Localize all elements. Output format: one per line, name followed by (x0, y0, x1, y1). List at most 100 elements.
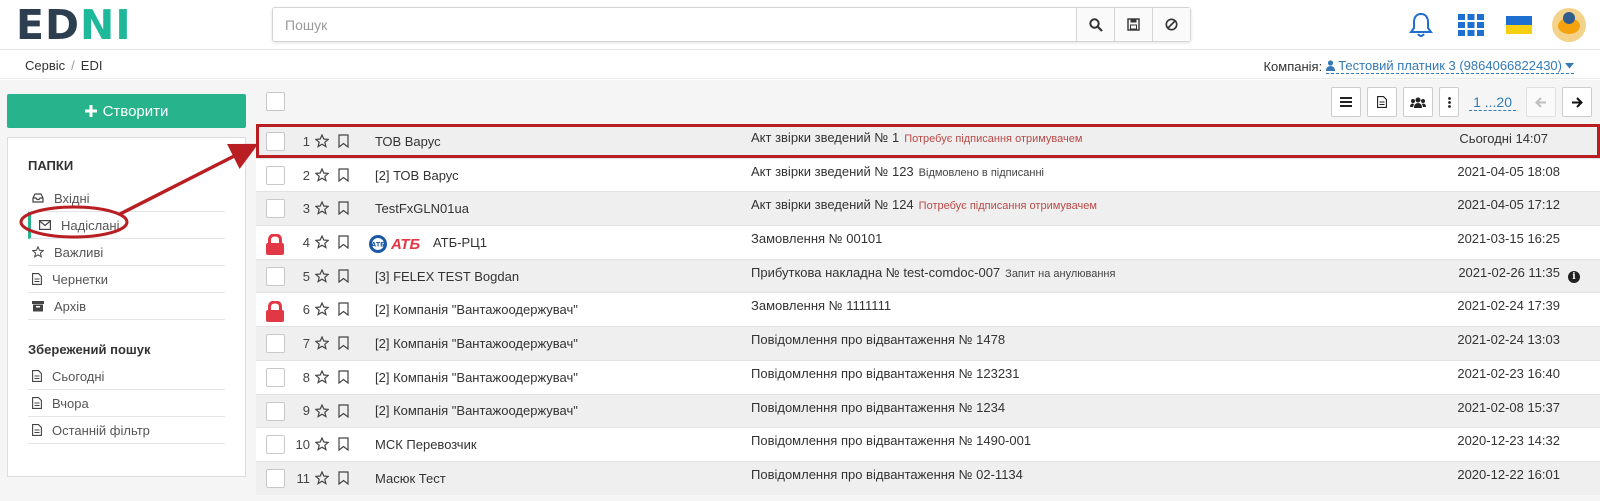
apps-menu-button[interactable] (1456, 9, 1486, 41)
favorite-toggle[interactable] (314, 403, 330, 421)
atb-logo-text: АТБ (391, 235, 421, 253)
favorite-toggle[interactable] (314, 335, 330, 353)
bookmark-toggle[interactable] (338, 168, 349, 185)
document-title[interactable]: Повідомлення про відвантаження № 1234 (751, 400, 1005, 415)
row-checkbox[interactable] (266, 132, 285, 151)
next-page-button[interactable] (1562, 87, 1592, 117)
table-row[interactable]: 10 МСК Перевозчик Повідомлення про відвант… (256, 427, 1600, 461)
row-checkbox[interactable] (266, 367, 285, 387)
create-button[interactable]: Створити (7, 94, 246, 128)
folder-inbox[interactable]: Вхідні (28, 185, 225, 212)
sender-name[interactable]: АТБ-РЦ1 (433, 235, 487, 250)
favorite-toggle[interactable] (314, 234, 330, 252)
info-icon[interactable]: i (1568, 270, 1580, 283)
sender-name[interactable]: [2] Компанія "Вантажоодержувач" (375, 403, 578, 418)
document-title[interactable]: Прибуткова накладна № test-comdoc-007 Зап… (751, 265, 1115, 280)
bookmark-toggle[interactable] (338, 370, 349, 387)
saved-search-today[interactable]: Сьогодні (28, 363, 225, 390)
sender-name[interactable]: ТОВ Варус (375, 134, 441, 149)
saved-search-yesterday[interactable]: Вчора (28, 390, 225, 417)
prev-page-button[interactable] (1526, 87, 1556, 117)
favorite-toggle[interactable] (314, 268, 330, 286)
row-checkbox[interactable] (266, 266, 285, 286)
document-title[interactable]: Замовлення № 1111111 (751, 298, 891, 313)
bookmark-toggle[interactable] (338, 471, 349, 488)
bookmark-toggle[interactable] (338, 437, 349, 454)
sender-name[interactable]: [2] Компанія "Вантажоодержувач" (375, 336, 578, 351)
saved-search-last-filter[interactable]: Останній фільтр (28, 417, 225, 444)
document-title[interactable]: Замовлення № 00101 (751, 231, 882, 246)
more-options-button[interactable] (1439, 87, 1460, 117)
company-dropdown[interactable]: Тестовий платник 3 (9864066822430) (1326, 58, 1574, 74)
sender-name[interactable]: [2] Компанія "Вантажоодержувач" (375, 302, 578, 317)
search-button[interactable] (1076, 8, 1114, 41)
document-title[interactable]: Повідомлення про відвантаження № 1478 (751, 332, 1005, 347)
row-checkbox[interactable] (266, 199, 285, 219)
lock-icon (266, 233, 284, 256)
header-icons (1406, 8, 1586, 42)
bookmark-toggle[interactable] (338, 302, 349, 319)
notifications-button[interactable] (1406, 9, 1436, 41)
table-row[interactable]: 3 TestFxGLN01ua Акт звірки зведений № 124 П… (256, 191, 1600, 226)
favorite-toggle[interactable] (314, 301, 330, 319)
document-title[interactable]: Акт звірки зведений № 123 Відмовлено в пі… (751, 164, 1044, 179)
bookmark-toggle[interactable] (338, 235, 349, 252)
sender-name[interactable]: МСК Перевозчик (375, 437, 477, 452)
select-all-checkbox[interactable] (266, 92, 285, 111)
sender-name[interactable]: Масюк Тест (375, 471, 446, 486)
bookmark-toggle[interactable] (338, 336, 349, 353)
document-title[interactable]: Повідомлення про відвантаження № 02-1134 (751, 467, 1023, 482)
document-title[interactable]: Повідомлення про відвантаження № 1490-00… (751, 433, 1031, 448)
sender-name[interactable]: [3] FELEX TEST Bogdan (375, 269, 519, 284)
folder-sent[interactable]: Надіслані (28, 212, 225, 239)
sender-name[interactable]: [2] ТОВ Варус (375, 168, 459, 183)
sender-name[interactable]: TestFxGLN01ua (375, 201, 469, 216)
document-view-button[interactable] (1367, 87, 1398, 117)
document-title[interactable]: Повідомлення про відвантаження № 123231 (751, 366, 1020, 381)
search-input[interactable] (273, 8, 1076, 41)
row-checkbox[interactable] (266, 435, 285, 455)
row-checkbox[interactable] (266, 165, 285, 185)
row-checkbox[interactable] (266, 334, 285, 354)
folder-label: Чернетки (52, 271, 109, 287)
table-row[interactable]: 4 АТБ АТБ АТБ-РЦ1 Замовлення № 00101 2021-03-… (256, 225, 1600, 259)
bookmark-toggle[interactable] (338, 403, 349, 421)
folder-label: Архів (54, 298, 87, 314)
breadcrumb-item-service[interactable]: Сервіс (25, 58, 65, 73)
table-row[interactable]: 9 [2] Компанія "Вантажоодержувач" Повідомл… (256, 393, 1600, 428)
table-row[interactable]: 5 [3] FELEX TEST Bogdan Прибуткова накладн… (256, 258, 1600, 293)
pagination-range[interactable]: 1 ...20 (1469, 94, 1516, 111)
row-checkbox[interactable] (266, 468, 285, 488)
table-row[interactable]: 7 [2] Компанія "Вантажоодержувач" Повідомл… (256, 326, 1600, 360)
breadcrumb-item-edi[interactable]: EDI (81, 58, 103, 73)
favorite-toggle[interactable] (314, 369, 330, 387)
favorite-toggle[interactable] (314, 470, 330, 488)
document-title[interactable]: Акт звірки зведений № 124 Потребує підпис… (751, 197, 1097, 212)
group-button[interactable] (1403, 87, 1434, 117)
folder-archive[interactable]: Архів (28, 293, 225, 320)
list-view-button[interactable] (1331, 87, 1362, 117)
bookmark-toggle[interactable] (338, 134, 349, 151)
folder-important[interactable]: Важливі (28, 239, 225, 266)
clear-search-button[interactable] (1152, 8, 1190, 41)
bookmark-toggle[interactable] (338, 269, 349, 286)
table-row[interactable]: 1 ТОВ Варус Акт звірки зведений № 1 Потребу… (256, 124, 1600, 158)
edin-logo[interactable]: ED NI (16, 1, 132, 49)
favorite-toggle[interactable] (314, 133, 330, 151)
folder-drafts[interactable]: Чернетки (28, 266, 225, 293)
ukraine-flag-icon[interactable] (1506, 16, 1532, 34)
table-row[interactable]: 6 [2] Компанія "Вантажоодержувач" Замовлен… (256, 292, 1600, 327)
bookmark-toggle[interactable] (338, 201, 349, 218)
table-row[interactable]: 2 [2] ТОВ Варус Акт звірки зведений № 123 В… (256, 157, 1600, 192)
save-search-button[interactable] (1114, 8, 1152, 41)
inbox-icon (32, 193, 44, 203)
table-row[interactable]: 11 Масюк Тест Повідомлення про відвантажен… (256, 460, 1600, 495)
favorite-toggle[interactable] (314, 167, 330, 185)
document-title[interactable]: Акт звірки зведений № 1 Потребує підписан… (751, 130, 1082, 145)
table-row[interactable]: 8 [2] Компанія "Вантажоодержувач" Повідомл… (256, 359, 1600, 394)
favorite-toggle[interactable] (314, 200, 330, 218)
user-avatar[interactable] (1552, 8, 1586, 42)
row-checkbox[interactable] (266, 401, 285, 421)
sender-name[interactable]: [2] Компанія "Вантажоодержувач" (375, 370, 578, 385)
favorite-toggle[interactable] (314, 436, 330, 454)
